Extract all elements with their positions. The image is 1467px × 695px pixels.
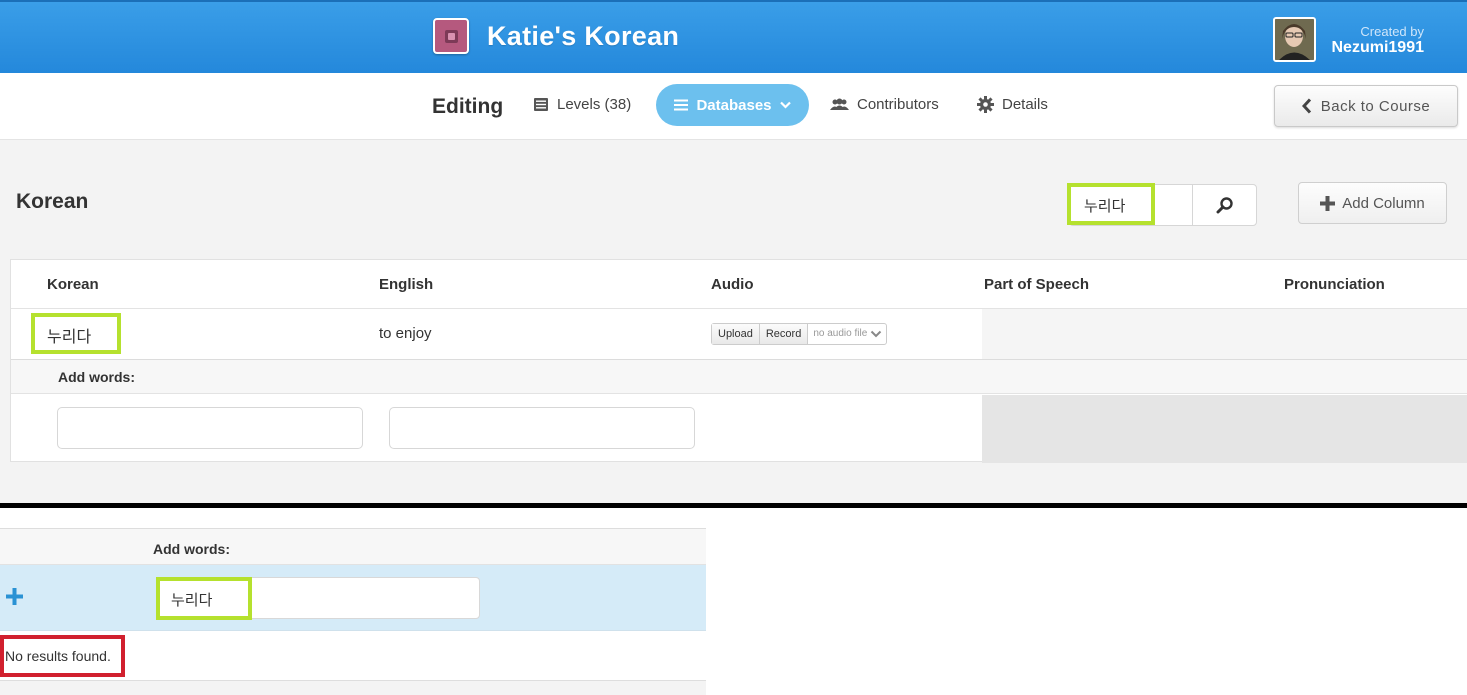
record-button[interactable]: Record [759,324,809,344]
add-column-label: Add Column [1342,194,1425,212]
column-header-english[interactable]: English [379,276,433,293]
back-to-course-label: Back to Course [1320,97,1431,115]
search-button[interactable] [1192,185,1256,225]
add-words-label: Add words: [58,369,135,385]
extra-columns-input-area [982,395,1467,463]
top-bar: Katie's Korean Created by Nezumi1991 [0,0,1467,73]
tab-databases[interactable]: Databases [656,84,809,126]
plus-icon [1320,195,1336,211]
audio-status: no audio file [813,328,868,339]
column-header-pronunciation[interactable]: Pronunciation [1284,276,1385,293]
add-row-button[interactable] [6,588,23,610]
search-input[interactable] [1070,185,1193,225]
tab-levels[interactable]: Levels (38) [533,96,631,113]
sub-nav: Editing Levels (38) Databases Contributo… [0,73,1467,140]
editing-label: Editing [432,95,504,118]
course-logo[interactable] [433,18,469,54]
levels-icon [534,98,548,111]
column-header-part-of-speech[interactable]: Part of Speech [984,276,1089,293]
add-words-panel: Add words: 누리다 No results found. [0,528,706,695]
tab-levels-label: Levels (38) [557,96,632,113]
words-table: Korean English Audio Part of Speech Pron… [10,259,1467,463]
database-panel: Korean Add Column Korean English Audio P… [0,140,1467,504]
back-to-course-button[interactable]: Back to Course [1274,85,1458,127]
database-title: Korean [16,190,89,213]
add-column-button[interactable]: Add Column [1298,182,1447,224]
contributors-icon [830,98,849,110]
add-word-input-value: 누리다 [171,591,213,609]
section-divider [0,503,1467,508]
chevron-down-icon [779,101,791,109]
audio-file-select[interactable]: no audio file [808,324,886,344]
plus-icon [6,588,23,605]
no-results-message: No results found. [5,648,111,664]
search-icon [1216,197,1233,214]
user-photo-icon [1275,19,1314,60]
add-words-bar: Add words: [11,360,1467,394]
search-box [1069,184,1257,226]
avatar[interactable] [1273,17,1316,62]
upload-button[interactable]: Upload [712,324,760,344]
chevron-left-icon [1301,98,1311,114]
add-word-input[interactable]: 누리다 [157,577,480,619]
tab-details[interactable]: Details [977,96,1048,113]
cell-korean[interactable]: 누리다 [47,323,91,347]
cell-english[interactable]: to enjoy [379,325,432,342]
list-icon [674,99,689,111]
column-header-audio[interactable]: Audio [711,276,754,293]
add-words-label: Add words: [153,541,230,557]
add-english-input[interactable] [389,407,695,449]
column-header-korean[interactable]: Korean [47,276,99,293]
chevron-down-icon [871,330,882,338]
audio-controls: Upload Record no audio file [711,323,888,345]
created-by-label: Created by [1360,24,1424,39]
add-words-header: Add words: [0,528,706,565]
add-korean-input[interactable] [57,407,363,449]
tab-details-label: Details [1002,96,1048,113]
panel-footer [0,681,706,695]
creator-name[interactable]: Nezumi1991 [1332,39,1425,57]
course-title[interactable]: Katie's Korean [487,21,679,52]
course-logo-icon [445,30,458,43]
tab-contributors[interactable]: Contributors [830,96,939,113]
tab-databases-label: Databases [696,96,772,114]
extra-columns-cells[interactable] [982,309,1467,359]
gear-icon [977,96,994,113]
add-words-row: 누리다 [0,565,706,631]
tab-contributors-label: Contributors [857,96,939,113]
